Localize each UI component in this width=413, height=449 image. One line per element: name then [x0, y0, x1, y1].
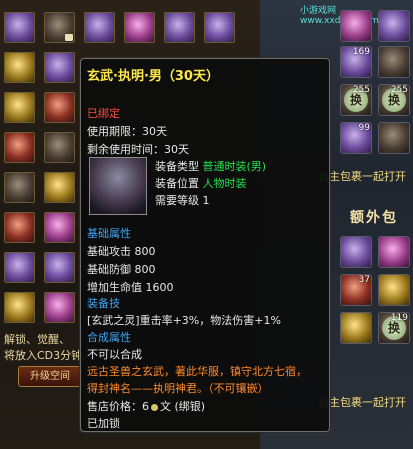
equip-type-row: 装备类型 普通时装(男) [155, 158, 266, 174]
level-value: 1 [202, 194, 210, 207]
item-slot[interactable]: 换 119 [378, 312, 410, 344]
inventory-slot[interactable] [4, 132, 35, 163]
inventory-slot[interactable] [124, 12, 155, 43]
pack-together-text: 自主包裹一起打开 [318, 396, 406, 409]
equip-type-value: 普通时装(男) [202, 160, 267, 173]
item-slot[interactable] [378, 236, 410, 268]
level-row: 需要等级 1 [155, 192, 210, 208]
no-combine: 不可以合成 [87, 348, 142, 361]
remaining-time: 剩余使用时间：30天 [87, 143, 189, 156]
item-tooltip: 玄武·执明·男（30天） 已绑定 使用期限：30天 剩余使用时间：30天 装备类… [80, 58, 330, 432]
equip-slot-row: 装备位置 人物时装 [155, 175, 247, 191]
item-slot[interactable]: 99 [340, 122, 372, 154]
inventory-slot[interactable] [44, 292, 75, 323]
item-slot[interactable] [378, 122, 410, 154]
inventory-slot[interactable] [4, 292, 35, 323]
price-unit: 文 [160, 400, 171, 413]
skill-description: [玄武之灵]重击率+3%，物法伤害+1% [87, 314, 281, 327]
lore-line-1: 远古圣兽之玄武，著此华服，镇守北方七宿， [87, 365, 307, 378]
item-slot[interactable]: 37 [340, 274, 372, 306]
bound-status: 已绑定 [87, 107, 120, 120]
coin-icon [151, 403, 158, 411]
inventory-slot[interactable] [84, 12, 115, 43]
inventory-slot[interactable] [4, 172, 35, 203]
item-slot[interactable]: 换 255 [340, 84, 372, 116]
item-slot[interactable]: 换 255 [378, 84, 410, 116]
inventory-slot[interactable] [44, 212, 75, 243]
inventory-slot[interactable] [164, 12, 195, 43]
inventory-slot[interactable] [44, 252, 75, 283]
level-label: 需要等级 [155, 194, 199, 207]
item-slot[interactable] [340, 312, 372, 344]
pack-together-text: 自主包裹一起打开 [318, 170, 406, 183]
use-period: 使用期限：30天 [87, 125, 167, 138]
skill-header: 装备技 [87, 297, 120, 310]
item-slot[interactable] [340, 236, 372, 268]
lore-line-2: 得封神名——执明神君。（不可镶嵌） [87, 382, 269, 395]
equip-slot-label: 装备位置 [155, 177, 199, 190]
inventory-slot[interactable] [204, 12, 235, 43]
item-count: 37 [358, 275, 370, 285]
item-slot[interactable] [340, 10, 372, 42]
item-slot[interactable] [378, 274, 410, 306]
item-count: 255 [390, 85, 408, 95]
inventory-slot[interactable] [44, 12, 75, 43]
item-count: 99 [358, 123, 370, 133]
lock-status: 已加锁 [87, 417, 120, 430]
price-label: 售店价格： [87, 400, 142, 413]
inventory-slot[interactable] [4, 92, 35, 123]
upgrade-space-button[interactable]: 升级空间 [18, 366, 82, 387]
base-attr-header: 基础属性 [87, 227, 131, 240]
inventory-slot[interactable] [4, 12, 35, 43]
lock-icon [65, 34, 73, 41]
hp-bonus: 增加生命值 1600 [87, 281, 174, 294]
inventory-slot[interactable] [44, 92, 75, 123]
inventory-slot[interactable] [44, 132, 75, 163]
price-value: 6 [142, 400, 149, 413]
inventory-slot[interactable] [44, 172, 75, 203]
inventory-slot[interactable] [44, 52, 75, 83]
section-title: 额外包 [350, 210, 398, 226]
item-portrait [89, 157, 147, 215]
item-count: 119 [390, 313, 408, 323]
equip-type-label: 装备类型 [155, 160, 199, 173]
base-defense: 基础防御 800 [87, 263, 156, 276]
item-count: 255 [352, 85, 370, 95]
combine-header: 合成属性 [87, 331, 131, 344]
price-note: (绑银) [174, 400, 206, 413]
item-slot[interactable]: 169 [340, 46, 372, 78]
item-slot[interactable] [378, 46, 410, 78]
item-count: 169 [352, 47, 370, 57]
base-attack: 基础攻击 800 [87, 245, 156, 258]
inventory-slot[interactable] [4, 52, 35, 83]
inventory-slot[interactable] [4, 212, 35, 243]
item-title: 玄武·执明·男（30天） [87, 69, 219, 84]
equip-slot-value: 人物时装 [202, 177, 247, 190]
item-slot[interactable] [378, 10, 410, 42]
sell-price-row: 售店价格：6 文 (绑银) [87, 398, 205, 414]
inventory-slot[interactable] [4, 252, 35, 283]
